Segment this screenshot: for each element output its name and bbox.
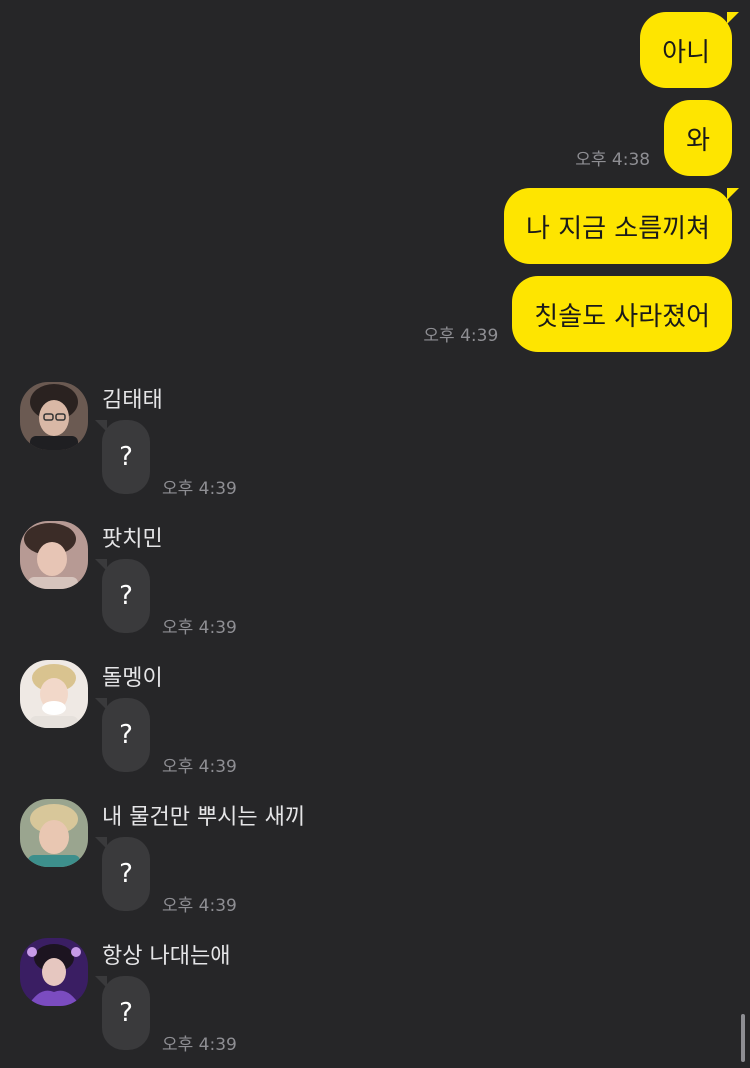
message-timestamp: 오후 4:39 [162, 896, 237, 916]
message-timestamp: 오후 4:38 [575, 150, 651, 170]
outgoing-bubble[interactable]: 나 지금 소름끼쳐 [504, 188, 739, 264]
incoming-bubble[interactable]: ? [95, 559, 150, 633]
outgoing-message[interactable]: 오후 4:38 와 [575, 100, 732, 176]
message-timestamp: 오후 4:39 [162, 479, 237, 499]
incoming-message: 내 물건만 뿌시는 새끼 ? 오후 4:39 [20, 799, 720, 929]
incoming-bubble[interactable]: ? [95, 698, 150, 772]
incoming-message: 돌멩이 ? 오후 4:39 [20, 660, 720, 790]
incoming-message: 항상 나대는애 ? 오후 4:39 [20, 938, 720, 1068]
incoming-message: 팟치민 ? 오후 4:39 [20, 521, 720, 651]
profile-photo-4-icon[interactable] [20, 799, 88, 867]
sender-name: 항상 나대는애 [102, 944, 231, 969]
outgoing-message[interactable]: 나 지금 소름끼쳐 [504, 188, 739, 264]
sender-name: 김태태 [102, 388, 163, 413]
message-timestamp: 오후 4:39 [162, 757, 237, 777]
outgoing-message[interactable]: 아니 [640, 12, 739, 88]
incoming-bubble[interactable]: ? [95, 976, 150, 1050]
incoming-bubble[interactable]: ? [95, 420, 150, 494]
sender-name: 돌멩이 [102, 666, 163, 691]
incoming-bubble[interactable]: ? [95, 837, 150, 911]
sender-name: 팟치민 [102, 527, 163, 552]
outgoing-message[interactable]: 오후 4:39 칫솔도 사라졌어 [423, 276, 732, 352]
outgoing-bubble[interactable]: 아니 [640, 12, 739, 88]
profile-photo-1-icon[interactable] [20, 382, 88, 450]
profile-photo-3-icon[interactable] [20, 660, 88, 728]
message-timestamp: 오후 4:39 [162, 1035, 237, 1055]
profile-photo-5-icon[interactable] [20, 938, 88, 1006]
outgoing-bubble[interactable]: 칫솔도 사라졌어 [512, 276, 732, 352]
incoming-message: 김태태 ? 오후 4:39 [20, 382, 720, 512]
profile-photo-2-icon[interactable] [20, 521, 88, 589]
message-timestamp: 오후 4:39 [423, 326, 499, 346]
sender-name: 내 물건만 뿌시는 새끼 [102, 805, 306, 830]
message-timestamp: 오후 4:39 [162, 618, 237, 638]
scrollbar[interactable] [741, 1014, 745, 1062]
outgoing-bubble[interactable]: 와 [664, 100, 732, 176]
